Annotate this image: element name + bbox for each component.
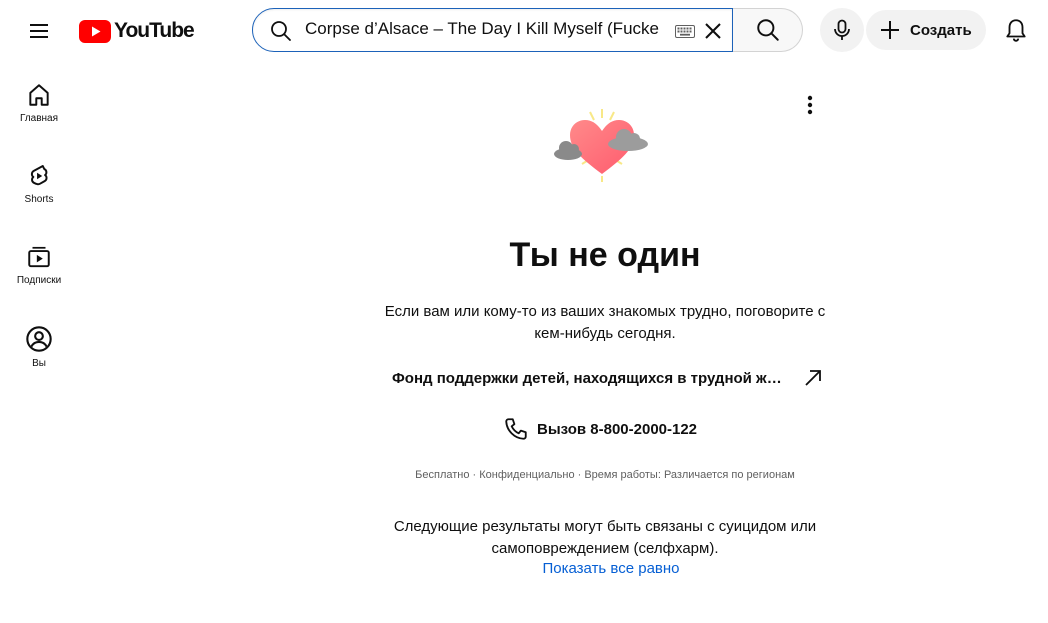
- more-options-button[interactable]: [795, 90, 825, 120]
- call-label: Вызов 8-800-2000-122: [537, 420, 698, 438]
- create-button[interactable]: Создать: [866, 10, 986, 50]
- sidebar-item-shorts[interactable]: Shorts: [4, 143, 74, 224]
- notifications-button[interactable]: [996, 10, 1036, 50]
- close-icon: [705, 23, 721, 39]
- search-input[interactable]: Corpse d’Alsace – The Day I Kill Myself …: [305, 19, 665, 43]
- crisis-title: Ты не один: [509, 236, 701, 274]
- external-link-icon: [805, 370, 821, 386]
- sidebar: Главная Shorts Подписки Вы: [4, 62, 74, 386]
- sidebar-item-label: Подписки: [16, 275, 62, 286]
- youtube-logo[interactable]: YouTube: [79, 17, 195, 45]
- youtube-play-icon: [79, 19, 111, 43]
- top-bar: YouTube Corpse d’Alsace – The Day I Kill…: [0, 0, 1048, 62]
- microphone-icon: [834, 19, 850, 40]
- support-org-name: Фонд поддержки детей, находящихся в труд…: [392, 369, 788, 387]
- keyboard-icon[interactable]: [675, 25, 695, 38]
- sidebar-item-label: Главная: [19, 113, 59, 124]
- bell-icon: [1006, 19, 1026, 42]
- logo-wordmark: YouTube: [114, 19, 195, 42]
- subscriptions-icon: [28, 246, 50, 268]
- phone-icon: [505, 418, 527, 440]
- clear-search-button[interactable]: [697, 15, 729, 47]
- heart-illustration: [554, 109, 648, 182]
- show-anyway-link[interactable]: Показать все равно: [505, 560, 717, 577]
- sidebar-item-label: Shorts: [24, 194, 54, 205]
- more-vert-icon: [807, 95, 813, 115]
- search-box[interactable]: Corpse d’Alsace – The Day I Kill Myself …: [252, 8, 733, 52]
- search-icon: [271, 21, 291, 41]
- call-hotline-button[interactable]: Вызов 8-800-2000-122: [503, 414, 697, 444]
- search-button[interactable]: [733, 8, 803, 52]
- support-org-link[interactable]: Фонд поддержки детей, находящихся в труд…: [392, 366, 832, 390]
- shorts-icon: [30, 165, 48, 186]
- sidebar-item-home[interactable]: Главная: [4, 62, 74, 143]
- voice-search-button[interactable]: [820, 8, 864, 52]
- home-icon: [29, 84, 49, 106]
- sidebar-item-you[interactable]: Вы: [4, 305, 74, 386]
- crisis-description: Если вам или кому-то из ваших знакомых т…: [384, 303, 826, 342]
- create-label: Создать: [910, 21, 972, 39]
- results-warning: Следующие результаты могут быть связаны …: [393, 518, 817, 557]
- sidebar-item-subscriptions[interactable]: Подписки: [4, 224, 74, 305]
- menu-button[interactable]: [19, 11, 59, 51]
- hamburger-icon: [30, 24, 48, 38]
- hotline-info: Бесплатно · Конфиденциально · Время рабо…: [415, 469, 795, 481]
- search-icon: [756, 19, 779, 41]
- sidebar-item-label: Вы: [32, 358, 46, 369]
- plus-icon: [881, 21, 899, 39]
- you-icon: [26, 326, 52, 352]
